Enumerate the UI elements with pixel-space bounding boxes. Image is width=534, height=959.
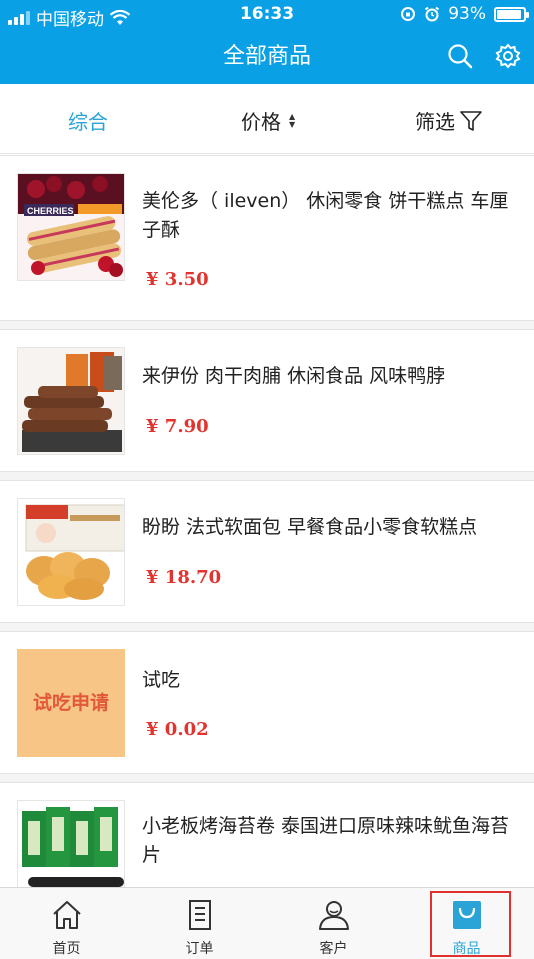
product-image	[17, 800, 125, 887]
thumb-label: 试吃申请	[33, 691, 109, 714]
product-image	[17, 498, 125, 606]
product-card[interactable]: 来伊份 肉干肉脯 休闲食品 风味鸭脖 ¥ 7.90	[0, 329, 534, 472]
product-image: 试吃申请	[17, 649, 125, 757]
product-price: ¥ 18.70	[146, 567, 222, 588]
alarm-icon	[425, 6, 440, 22]
sort-price-label: 价格	[241, 110, 281, 134]
tab-orders-label: 订单	[185, 941, 214, 957]
product-name: 小老板烤海苔卷 泰国进口原味辣味鱿鱼海苔片	[142, 815, 510, 866]
sort-arrows-icon: ▲ ▼	[289, 111, 296, 129]
product-image: CHERRIES	[17, 173, 125, 281]
sort-overall-label: 综合	[68, 110, 108, 134]
tab-customers[interactable]: 客户	[267, 888, 400, 959]
product-name: 试吃	[142, 669, 181, 691]
tab-orders[interactable]: 订单	[133, 888, 266, 959]
battery-percent: 93%	[448, 4, 486, 24]
product-card[interactable]: 试吃申请 试吃 ¥ 0.02	[0, 631, 534, 774]
battery-icon	[494, 6, 529, 22]
rotation-lock-icon	[401, 7, 416, 21]
search-icon[interactable]	[446, 42, 474, 70]
filter-label: 筛选	[415, 110, 455, 134]
product-name: 盼盼 法式软面包 早餐食品小零食软糕点	[142, 516, 478, 538]
gear-icon[interactable]	[494, 42, 522, 70]
sort-price-tab[interactable]: 价格 ▲ ▼	[241, 106, 295, 135]
product-price: ¥ 7.90	[146, 416, 209, 437]
tab-home[interactable]: 首页	[0, 888, 133, 959]
status-bar: 中国移动 16:33 93%	[0, 0, 534, 30]
product-image	[17, 347, 125, 455]
product-card[interactable]: 小老板烤海苔卷 泰国进口原味辣味鱿鱼海苔片	[0, 782, 534, 887]
filter-bar: 综合 价格 ▲ ▼ 筛选	[0, 84, 534, 154]
product-card[interactable]: 盼盼 法式软面包 早餐食品小零食软糕点 ¥ 18.70	[0, 480, 534, 623]
product-price: ¥ 0.02	[146, 719, 209, 740]
user-icon	[318, 901, 349, 930]
tab-home-label: 首页	[52, 941, 81, 957]
tab-customers-label: 客户	[319, 941, 348, 957]
home-icon	[52, 901, 81, 929]
sort-overall-tab[interactable]: 综合	[68, 106, 108, 135]
product-card[interactable]: CHERRIES 美伦多（ ileven） 休闲零食 饼干糕点 车厘子酥 ¥ 3…	[0, 155, 534, 321]
product-name: 美伦多（ ileven） 休闲零食 饼干糕点 车厘子酥	[142, 190, 509, 241]
filter-button[interactable]: 筛选	[415, 106, 483, 135]
funnel-icon	[460, 110, 482, 131]
product-name: 来伊份 肉干肉脯 休闲食品 风味鸭脖	[142, 365, 446, 387]
order-icon	[188, 900, 211, 930]
product-price: ¥ 3.50	[146, 269, 209, 290]
selection-highlight	[430, 891, 511, 957]
svg-text:CHERRIES: CHERRIES	[27, 206, 74, 216]
product-list: CHERRIES 美伦多（ ileven） 休闲零食 饼干糕点 车厘子酥 ¥ 3…	[0, 155, 534, 887]
top-bar: 中国移动 16:33 93% 全部商品	[0, 0, 534, 84]
